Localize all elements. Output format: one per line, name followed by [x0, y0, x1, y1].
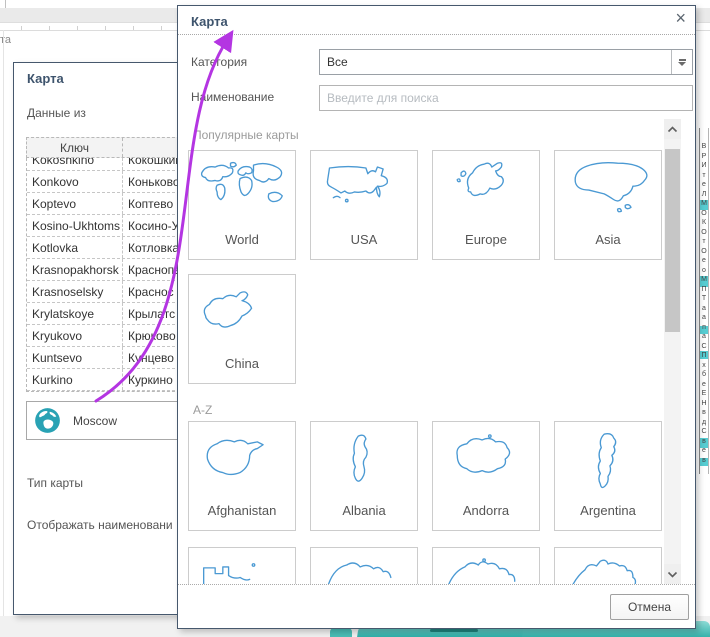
asia-map-icon	[562, 159, 654, 223]
world-map-icon	[196, 159, 288, 223]
map-thumbnail-europe[interactable]: Europe	[432, 150, 540, 260]
section-popular: Популярные карты	[193, 128, 299, 142]
category-label: Категория	[191, 55, 247, 69]
clipped-column-strip: В Р И т е Л М О К О т О е о М П Т а а п …	[699, 128, 709, 474]
cell-key[interactable]: Koptevo	[27, 193, 122, 214]
map-thumbnail-usa[interactable]: USA	[310, 150, 418, 260]
cell-key[interactable]: Kuntsevo	[27, 347, 122, 368]
map-thumbnail-china[interactable]: China	[188, 274, 296, 384]
name-label: Наименование	[191, 90, 274, 104]
search-input[interactable]	[319, 85, 693, 111]
map-list: Популярные карты World USA	[178, 119, 695, 584]
cell-key[interactable]: Krasnopakhorsk	[27, 259, 122, 280]
map-thumbnail-afghanistan[interactable]: Afghanistan	[188, 421, 296, 531]
dropdown-arrow-icon	[678, 62, 686, 66]
afghanistan-map-icon	[196, 430, 288, 494]
clipped-text-fragment: та	[0, 34, 11, 46]
cell-key[interactable]: Kotlovka	[27, 237, 122, 258]
partial-map-icon	[440, 556, 532, 584]
map-thumbnail-partial[interactable]	[188, 547, 296, 584]
scroll-up-button[interactable]	[664, 119, 681, 139]
cell-key[interactable]: Kokoshkino	[27, 158, 122, 170]
chevron-up-icon	[667, 126, 678, 133]
scroll-down-button[interactable]	[664, 564, 681, 584]
map-thumbnail-label: World	[225, 232, 259, 247]
section-az: A-Z	[193, 403, 212, 417]
dropdown-arrow-button[interactable]	[671, 50, 692, 74]
map-thumbnail-asia[interactable]: Asia	[554, 150, 662, 260]
close-icon[interactable]: ×	[675, 9, 686, 27]
ruler-tick	[105, 26, 106, 30]
cell-key[interactable]: Konkovo	[27, 171, 122, 192]
dialog-title: Карта	[27, 71, 64, 86]
map-thumbnail-label: USA	[351, 232, 378, 247]
clipped-letters: В Р И т е Л М О К О т О е о М П Т а а п …	[700, 142, 708, 472]
map-thumbnail-label: Asia	[595, 232, 620, 247]
europe-map-icon	[440, 159, 532, 223]
cell-key[interactable]: Kosino-Ukhtoms	[27, 215, 122, 236]
map-picker-dialog: Карта × Категория Все Наименование Попул…	[177, 5, 696, 629]
partial-map-icon	[196, 556, 288, 584]
cell-key[interactable]: Kryukovo	[27, 325, 122, 346]
map-thumbnail-partial[interactable]	[554, 547, 662, 584]
andorra-map-icon	[440, 430, 532, 494]
cancel-button[interactable]: Отмена	[610, 594, 689, 620]
ruler-tick	[133, 26, 134, 30]
map-thumbnail-partial[interactable]	[432, 547, 540, 584]
dropdown-arrow-icon	[679, 59, 686, 61]
map-thumbnail-label: Albania	[342, 503, 385, 518]
map-thumbnail-andorra[interactable]: Andorra	[432, 421, 540, 531]
column-header-key[interactable]: Ключ	[27, 138, 122, 157]
partial-map-icon	[562, 556, 654, 584]
map-thumbnail-argentina[interactable]: Argentina	[554, 421, 662, 531]
map-thumbnail-label: China	[225, 356, 259, 371]
header-separator	[178, 34, 695, 35]
map-label-fragment	[430, 629, 478, 632]
ruler-tick	[21, 26, 22, 30]
vertical-scrollbar[interactable]	[664, 119, 681, 584]
map-thumbnail-albania[interactable]: Albania	[310, 421, 418, 531]
map-thumbnail-partial[interactable]	[310, 547, 418, 584]
albania-map-icon	[318, 430, 410, 494]
footer-separator	[178, 584, 695, 585]
chevron-down-icon	[667, 571, 678, 578]
category-value: Все	[320, 55, 671, 69]
cell-key[interactable]: Krylatskoye	[27, 303, 122, 324]
category-dropdown[interactable]: Все	[319, 49, 693, 75]
selected-map-label: Moscow	[73, 414, 117, 428]
display-names-label: Отображать наименовани	[27, 518, 173, 532]
globe-icon	[34, 407, 61, 434]
map-thumbnail-label: Afghanistan	[208, 503, 277, 518]
cell-key[interactable]: Kurkino	[27, 369, 122, 390]
ruler-tick	[49, 26, 50, 30]
argentina-map-icon	[562, 430, 654, 494]
scrollbar-thumb[interactable]	[665, 149, 680, 332]
usa-map-icon	[318, 159, 410, 223]
map-thumbnail-label: Argentina	[580, 503, 636, 518]
map-type-label: Тип карты	[27, 476, 83, 490]
map-thumbnail-label: Europe	[465, 232, 507, 247]
ruler-tick	[77, 26, 78, 30]
partial-map-icon	[318, 556, 410, 584]
background-map-shape	[330, 628, 352, 637]
map-thumbnail-world[interactable]: World	[188, 150, 296, 260]
data-from-label: Данные из	[27, 106, 86, 120]
panel-edge-line	[3, 30, 4, 616]
china-map-icon	[196, 283, 288, 347]
toolbar-divider	[5, 0, 6, 8]
cell-key[interactable]: Krasnoselsky	[27, 281, 122, 302]
map-thumbnail-label: Andorra	[463, 503, 509, 518]
ruler-tick	[161, 26, 162, 30]
dialog-title: Карта	[191, 14, 228, 29]
